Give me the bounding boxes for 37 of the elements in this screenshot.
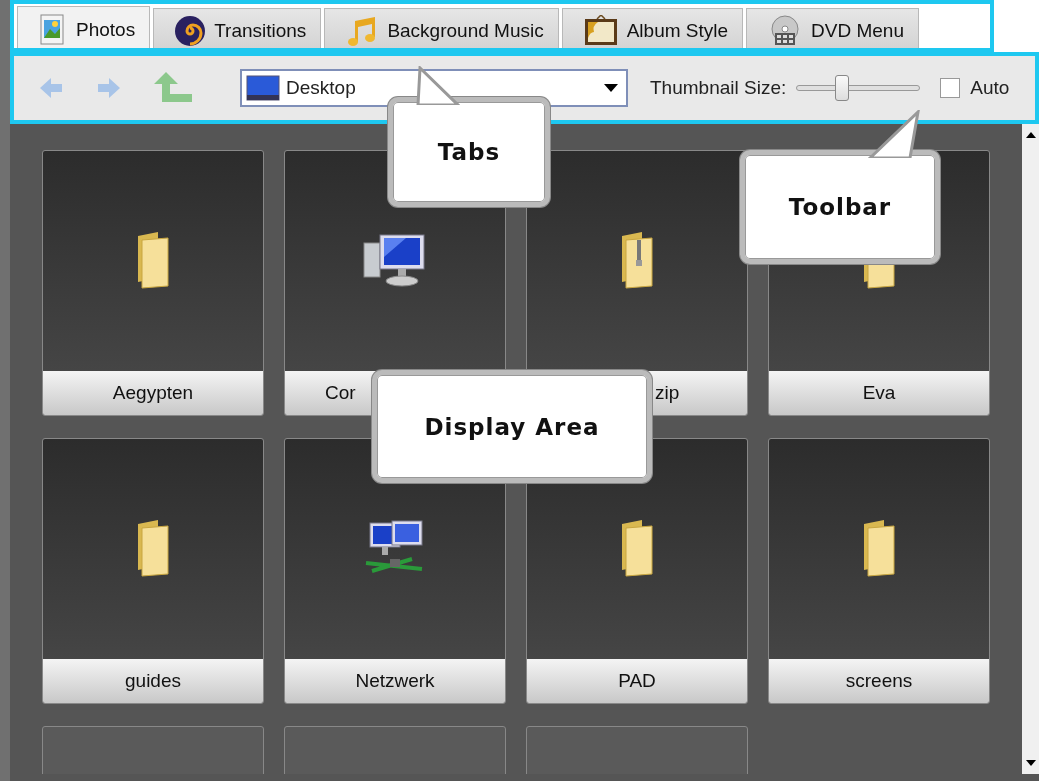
- callout-pointer: [868, 110, 920, 158]
- up-button[interactable]: [154, 71, 194, 104]
- dropdown-caret-icon: [604, 83, 618, 92]
- scroll-up-icon: [1025, 132, 1036, 138]
- picture-frame-icon: [582, 14, 619, 47]
- tile-label: guides: [43, 659, 263, 703]
- folder-icon: [620, 520, 654, 578]
- callout-tooltip: Toolbar: [740, 150, 940, 264]
- desktop-icon: [246, 74, 280, 101]
- tile-label: screens: [769, 659, 989, 703]
- thumbnail-tile[interactable]: guides: [42, 438, 264, 704]
- computer-icon: [362, 233, 428, 289]
- callout-tooltip: Display Area: [372, 370, 652, 483]
- scrollbar[interactable]: [1022, 124, 1039, 774]
- thumbnail-size-label: Thumbnail Size:: [650, 76, 787, 99]
- callout-tooltip: Tabs: [388, 97, 550, 207]
- callout-pointer: [416, 66, 460, 105]
- tile-label: Aegypten: [43, 371, 263, 415]
- tile-label: Netzwerk: [285, 659, 505, 703]
- spiral-icon: [174, 14, 207, 47]
- folder-icon: [136, 520, 170, 578]
- thumbnail-size-slider[interactable]: [796, 74, 921, 101]
- folder-icon: [862, 520, 896, 578]
- auto-checkbox[interactable]: Auto: [940, 76, 1010, 99]
- thumbnail-tile[interactable]: PAD: [526, 438, 748, 704]
- thumbnail-tile[interactable]: screens: [768, 438, 990, 704]
- folder-icon: [136, 232, 170, 290]
- thumbnail-tile[interactable]: [526, 726, 748, 774]
- tile-label: Eva: [769, 371, 989, 415]
- thumbnail-tile[interactable]: [284, 726, 506, 774]
- up-arrow-icon: [154, 71, 194, 104]
- tile-label: PAD: [527, 659, 747, 703]
- thumbnail-tile[interactable]: Aegypten: [42, 150, 264, 416]
- slider-thumb[interactable]: [835, 74, 850, 101]
- zip-folder-icon: [620, 232, 654, 290]
- thumbnail-tile[interactable]: [42, 726, 264, 774]
- scroll-down-icon: [1025, 760, 1036, 766]
